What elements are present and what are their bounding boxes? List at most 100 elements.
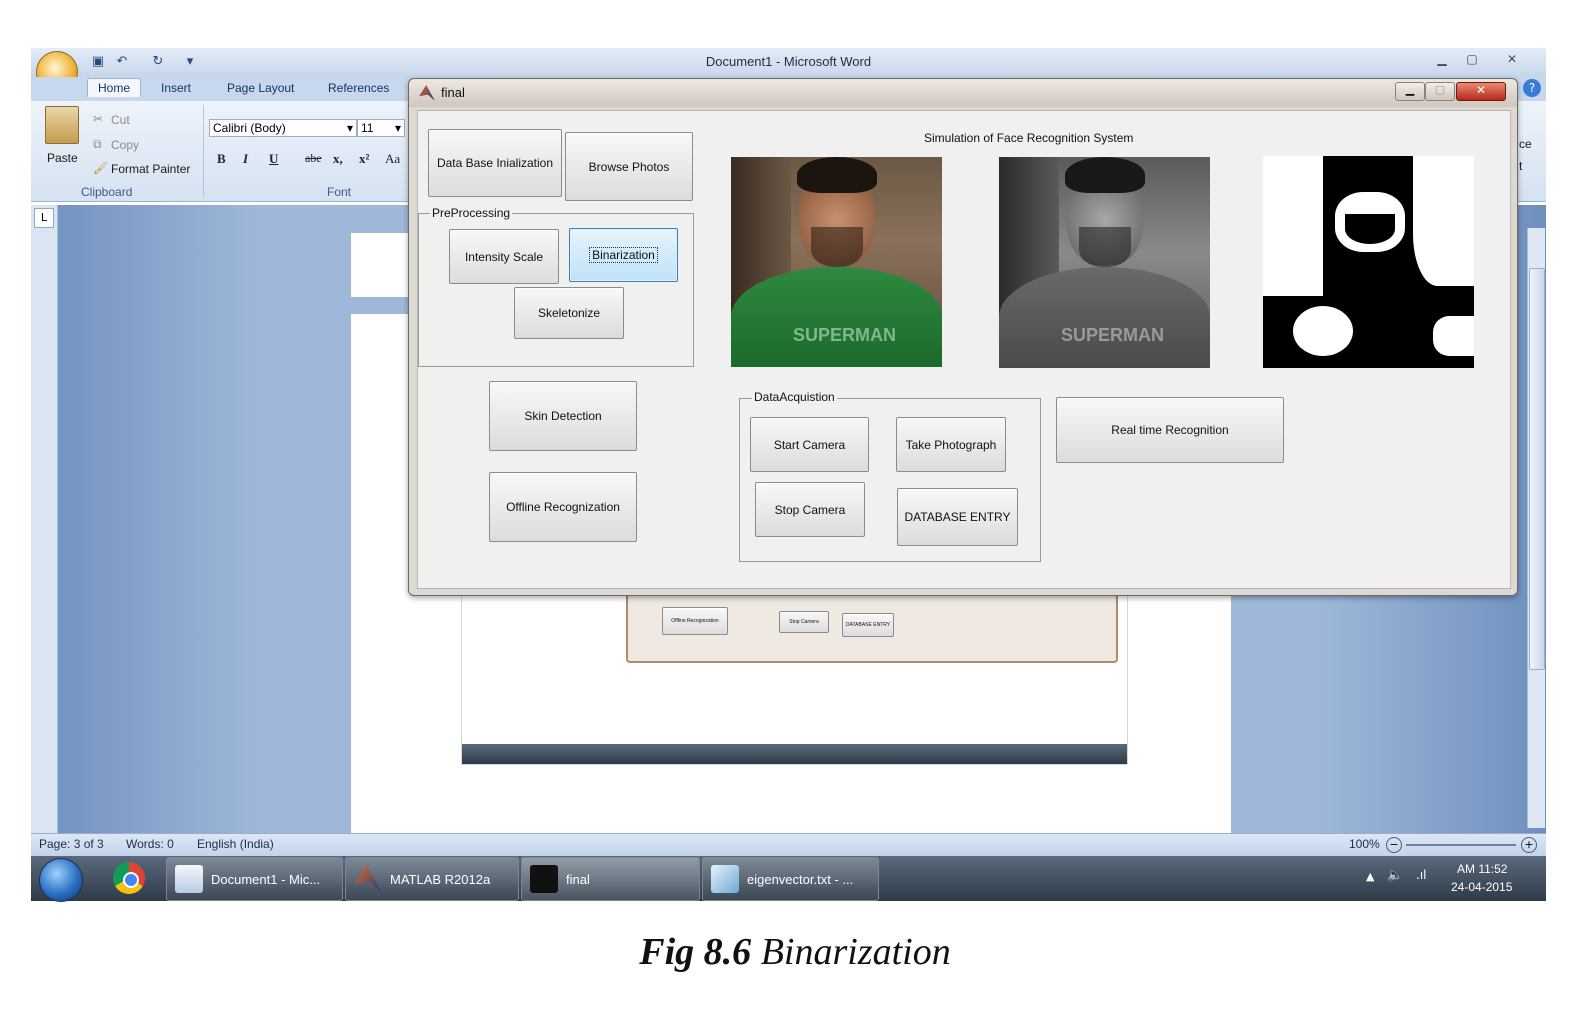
italic-button[interactable]: I <box>243 151 248 167</box>
start-button[interactable] <box>39 858 83 902</box>
taskbar-item-label: final <box>566 871 590 887</box>
shirt-text: SUPERMAN <box>1061 325 1165 345</box>
embedded-screenshot: Offline Recognization Stop Camera DATABA… <box>461 588 1128 765</box>
chevron-down-icon: ▾ <box>346 121 353 135</box>
vertical-scrollbar[interactable] <box>1527 228 1545 828</box>
close-icon[interactable]: ✕ <box>1499 50 1525 68</box>
taskbar-item-matlab[interactable]: MATLAB R2012a <box>345 857 519 901</box>
taskbar-item-notepad[interactable]: eigenvector.txt - ... <box>702 857 879 901</box>
zoom-slider[interactable] <box>1406 844 1516 846</box>
taskbar-item-word[interactable]: Document1 - Mic... <box>166 857 343 901</box>
underline-button[interactable]: U <box>269 151 278 167</box>
taskbar-item-final[interactable]: final <box>521 857 700 901</box>
format-painter-button[interactable]: Format Painter <box>111 162 190 176</box>
word-doc-icon <box>175 865 203 893</box>
paste-label[interactable]: Paste <box>47 151 78 165</box>
shirt-shape <box>999 267 1210 368</box>
embedded-db-entry-button: DATABASE ENTRY <box>842 613 894 637</box>
minimize-icon[interactable]: ▁ <box>1429 50 1455 68</box>
chrome-center <box>123 872 139 888</box>
clock-date[interactable]: 24-04-2015 <box>1451 880 1512 894</box>
matlab-icon <box>419 85 435 101</box>
subscript-button[interactable]: x, <box>333 151 343 167</box>
scrollbar-thumb[interactable] <box>1529 268 1545 670</box>
beard-shape <box>811 227 863 267</box>
minimize-icon[interactable]: ▁ <box>1395 82 1425 101</box>
tab-page-layout[interactable]: Page Layout <box>227 81 294 95</box>
superscript-button[interactable]: x² <box>359 151 369 167</box>
change-case-button[interactable]: Aa <box>385 151 400 167</box>
embedded-stop-button: Stop Camera <box>779 611 829 633</box>
tab-home[interactable]: Home <box>87 78 142 97</box>
cut-icon[interactable]: ✂ <box>93 112 103 126</box>
chrome-icon[interactable] <box>113 862 145 894</box>
clock-time[interactable]: AM 11:52 <box>1457 862 1507 876</box>
copy-icon[interactable]: ⧉ <box>93 137 102 152</box>
take-photograph-label: Take Photograph <box>905 437 997 452</box>
start-camera-button[interactable]: Start Camera <box>750 417 869 472</box>
white-region <box>1413 156 1474 286</box>
figure-title: final <box>441 85 465 100</box>
skin-detection-button[interactable]: Skin Detection <box>489 381 637 451</box>
paste-icon[interactable] <box>45 106 79 144</box>
volume-icon[interactable]: 🔈 <box>1387 868 1403 883</box>
clipboard-group-label: Clipboard <box>81 185 133 199</box>
stop-camera-label: Stop Camera <box>774 502 846 517</box>
zoom-level[interactable]: 100% <box>1349 837 1380 851</box>
maximize-icon[interactable]: ▢ <box>1459 50 1485 68</box>
windows-taskbar: Document1 - Mic... MATLAB R2012a final e… <box>31 856 1546 902</box>
figure-title-bar: final ▁ ▢ ✕ <box>409 79 1517 107</box>
beard-shape <box>1345 214 1395 244</box>
grayscale-photo: SUPERMAN <box>999 157 1210 368</box>
figure-caption: Fig 8.6 Binarization <box>0 930 1590 974</box>
database-entry-label: DATABASE ENTRY <box>904 510 1011 524</box>
intensity-scale-button[interactable]: Intensity Scale <box>449 229 559 284</box>
help-icon[interactable]: ? <box>1523 79 1541 97</box>
taskbar-item-label: MATLAB R2012a <box>390 871 491 887</box>
word-count[interactable]: Words: 0 <box>126 837 174 851</box>
zoom-out-icon[interactable]: − <box>1386 837 1402 853</box>
db-init-button[interactable]: Data Base Inialization <box>428 129 562 197</box>
font-size-select[interactable]: 11 ▾ <box>357 119 405 137</box>
copy-button[interactable]: Copy <box>111 138 139 152</box>
group-divider <box>203 105 204 197</box>
take-photograph-button[interactable]: Take Photograph <box>896 417 1006 472</box>
stop-camera-button[interactable]: Stop Camera <box>755 482 865 537</box>
tab-selector-icon[interactable]: L <box>34 208 54 228</box>
page-count[interactable]: Page: 3 of 3 <box>39 837 104 851</box>
tab-references[interactable]: References <box>328 81 389 95</box>
zoom-in-icon[interactable]: + <box>1521 837 1537 853</box>
word-title: Document1 - Microsoft Word <box>705 54 872 69</box>
cut-button[interactable]: Cut <box>111 113 130 127</box>
caption-label: Fig 8.6 <box>639 931 752 973</box>
binarization-button[interactable]: Binarization <box>569 228 678 282</box>
font-group-label: Font <box>327 185 352 199</box>
tab-insert[interactable]: Insert <box>161 81 191 95</box>
db-init-label: Data Base Inialization <box>436 156 554 170</box>
taskbar-item-label: eigenvector.txt - ... <box>747 871 854 887</box>
network-signal-icon[interactable]: .ıl <box>1416 868 1426 882</box>
matlab-icon <box>354 865 382 893</box>
close-icon[interactable]: ✕ <box>1456 82 1506 101</box>
binary-photo <box>1263 156 1474 368</box>
maximize-icon[interactable]: ▢ <box>1425 82 1455 101</box>
offline-recognition-button[interactable]: Offline Recognization <box>489 472 637 542</box>
figure-body: Data Base Inialization Browse Photos Pre… <box>417 110 1511 589</box>
notepad-icon <box>711 865 739 893</box>
show-hidden-icons-icon[interactable]: ▲ <box>1366 870 1374 883</box>
embedded-figure: Offline Recognization Stop Camera DATABA… <box>626 589 1118 663</box>
real-time-recognition-button[interactable]: Real time Recognition <box>1056 397 1284 463</box>
language[interactable]: English (India) <box>197 837 274 851</box>
white-region <box>1293 306 1353 356</box>
browse-photos-button[interactable]: Browse Photos <box>565 132 693 201</box>
format-painter-icon[interactable]: 🖌 <box>93 161 108 175</box>
font-family-select[interactable]: Calibri (Body) ▾ <box>209 119 357 137</box>
color-photo: SUPERMAN <box>731 157 942 367</box>
strikethrough-button[interactable]: abe <box>305 151 322 166</box>
database-entry-button[interactable]: DATABASE ENTRY <box>897 488 1018 546</box>
skeletonize-button[interactable]: Skeletonize <box>514 287 624 339</box>
word-title-bar: ▣ ↶ ↻ ▾ Document1 - Microsoft Word ▁ ▢ ✕ <box>31 48 1546 93</box>
offline-recognition-label: Offline Recognization <box>506 500 620 514</box>
bold-button[interactable]: B <box>217 151 226 167</box>
white-region <box>1433 316 1474 356</box>
